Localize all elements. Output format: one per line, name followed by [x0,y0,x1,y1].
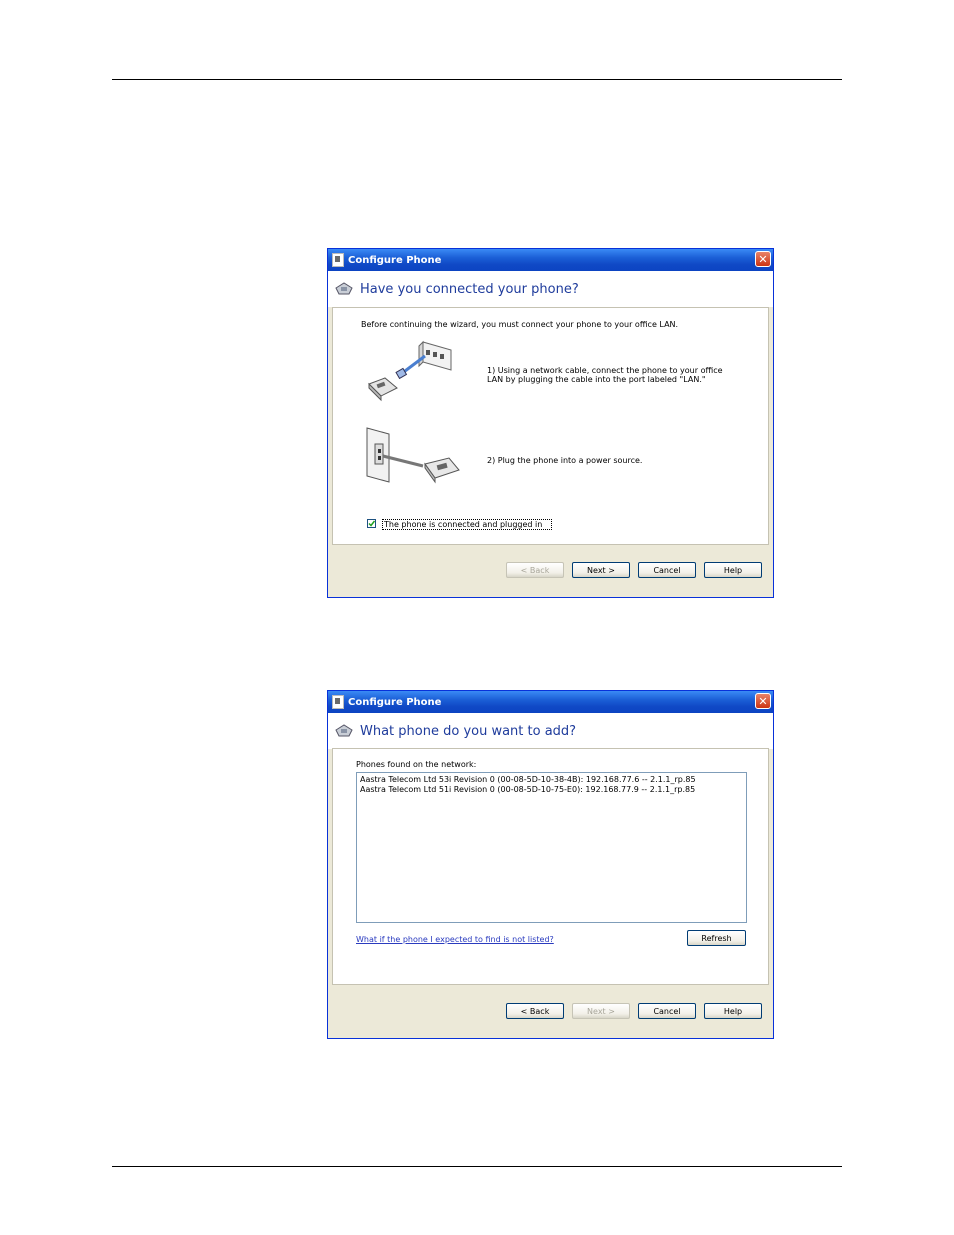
next-button[interactable]: Next > [572,562,630,578]
page-title: Have you connected your phone? [360,281,579,297]
phones-list-label: Phones found on the network: [356,760,477,769]
step1-text-line2: LAN by plugging the cable into the port … [487,375,706,384]
help-button[interactable]: Help [704,1003,762,1019]
close-button[interactable]: ✕ [755,693,771,709]
window-title: Configure Phone [348,696,442,708]
next-button[interactable]: Next > [572,1003,630,1019]
connected-checkbox[interactable] [367,519,376,528]
cancel-button[interactable]: Cancel [638,1003,696,1019]
refresh-button[interactable]: Refresh [687,930,746,946]
wizard-header: What phone do you want to add? [328,713,773,749]
help-button[interactable]: Help [704,562,762,578]
app-icon [332,695,344,709]
network-cable-illustration [368,340,452,402]
back-button[interactable]: < Back [506,1003,564,1019]
cancel-button[interactable]: Cancel [638,562,696,578]
phone-not-listed-link[interactable]: What if the phone I expected to find is … [356,935,554,944]
phone-icon [335,724,353,737]
app-icon [332,253,344,267]
back-button[interactable]: < Back [506,562,564,578]
wizard-header: Have you connected your phone? [328,271,773,307]
connected-checkbox-label[interactable]: The phone is connected and plugged in [382,519,552,530]
phones-list[interactable]: Aastra Telecom Ltd 53i Revision 0 (00-08… [356,772,747,923]
phone-icon [335,282,353,295]
step1-text-line1: 1) Using a network cable, connect the ph… [487,366,723,375]
content-panel: Phones found on the network: Aastra Tele… [332,748,769,985]
intro-text: Before continuing the wizard, you must c… [361,320,679,329]
configure-phone-dialog-connect: Configure Phone ✕ Have you connected you… [327,248,774,598]
content-panel: Before continuing the wizard, you must c… [332,307,769,545]
title-bar[interactable]: Configure Phone ✕ [328,249,773,271]
checkmark-icon [368,520,375,527]
title-bar[interactable]: Configure Phone ✕ [328,691,773,713]
step2-text: 2) Plug the phone into a power source. [487,456,643,465]
list-item[interactable]: Aastra Telecom Ltd 53i Revision 0 (00-08… [360,775,696,784]
top-rule [112,79,842,80]
close-button[interactable]: ✕ [755,251,771,267]
configure-phone-dialog-select: Configure Phone ✕ What phone do you want… [327,690,774,1039]
window-title: Configure Phone [348,254,442,266]
list-item[interactable]: Aastra Telecom Ltd 51i Revision 0 (00-08… [360,785,695,794]
bottom-rule [112,1166,842,1167]
power-outlet-illustration [366,427,460,484]
page-title: What phone do you want to add? [360,723,577,739]
